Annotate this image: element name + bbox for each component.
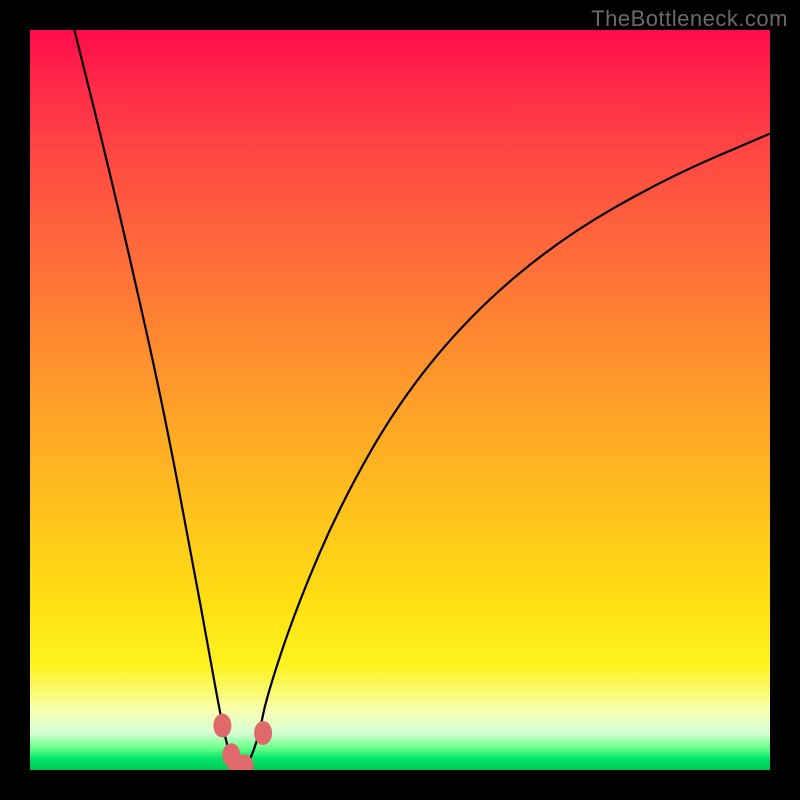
chart-frame: TheBottleneck.com [0, 0, 800, 800]
curve-marker [213, 714, 231, 738]
bottleneck-curve [74, 30, 770, 770]
bottleneck-curve-layer [30, 30, 770, 770]
plot-area [30, 30, 770, 770]
curve-marker [254, 721, 272, 745]
watermark-text: TheBottleneck.com [591, 6, 788, 32]
curve-markers [213, 714, 272, 770]
